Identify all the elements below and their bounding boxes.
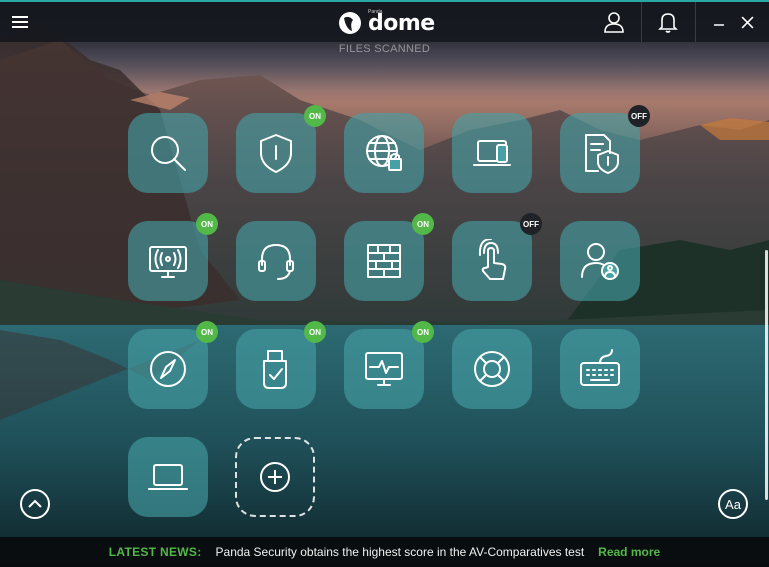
scroll-up-button[interactable] (20, 489, 50, 519)
tile-rescue-kit[interactable] (452, 329, 532, 409)
tile-virtual-keyboard[interactable] (560, 329, 640, 409)
plus-circle-icon (260, 462, 290, 492)
scrollbar[interactable] (765, 250, 768, 500)
close-icon[interactable] (738, 13, 756, 31)
status-badge: ON (196, 321, 218, 343)
monitor-pulse-icon (365, 352, 403, 386)
status-badge: ON (412, 321, 434, 343)
status-badge: ON (196, 213, 218, 235)
news-label: LATEST NEWS: (108, 545, 202, 559)
notifications-bell-icon[interactable] (641, 2, 695, 42)
usb-icon (263, 350, 287, 389)
status-badge: OFF (628, 105, 650, 127)
tile-firewall[interactable]: ON (344, 213, 434, 301)
dome-logo: Panda dome (338, 9, 435, 36)
tile-user-account[interactable] (560, 221, 640, 301)
title-bar: Panda dome (0, 0, 769, 42)
status-badge: ON (304, 321, 326, 343)
font-size-button[interactable]: Aa (718, 489, 748, 519)
globe-lock-icon (366, 135, 402, 171)
shield-icon (260, 134, 292, 173)
tile-device-protection[interactable] (452, 113, 532, 193)
hamburger-menu-icon[interactable] (12, 16, 28, 28)
headset-icon (258, 244, 294, 280)
document-shield-icon (585, 134, 619, 174)
user-account-icon[interactable] (587, 2, 641, 42)
status-badge: ON (304, 105, 326, 127)
user-icon (581, 243, 619, 280)
tile-support[interactable] (236, 221, 316, 301)
tile-antivirus-scan[interactable] (128, 113, 208, 193)
add-tile-button[interactable] (235, 437, 315, 517)
tile-my-products[interactable] (128, 437, 208, 517)
tile-parental-control[interactable]: OFF (452, 213, 542, 301)
tile-wifi-protection[interactable]: ON (128, 213, 218, 301)
read-more-link[interactable]: Read more (598, 545, 660, 559)
lifebuoy-icon (474, 351, 510, 387)
search-icon (151, 136, 186, 171)
devices-icon (473, 140, 511, 166)
laptop-icon (148, 464, 188, 490)
keyboard-icon (580, 349, 620, 386)
tile-real-time-protection[interactable]: ON (236, 105, 326, 193)
panda-logo-icon (338, 11, 362, 35)
tile-process-monitor[interactable]: ON (344, 321, 434, 409)
chevron-up-icon (28, 499, 42, 508)
wifi-monitor-icon (149, 246, 187, 278)
font-size-label: Aa (725, 496, 741, 512)
tile-vpn[interactable] (344, 113, 424, 193)
touch-icon (478, 239, 507, 280)
news-bar: LATEST NEWS: Panda Security obtains the … (0, 537, 769, 567)
compass-icon (150, 351, 186, 387)
firewall-icon (367, 244, 401, 278)
minimize-icon[interactable] (710, 13, 728, 31)
status-badge: ON (412, 213, 434, 235)
tile-identity-protection[interactable]: OFF (560, 105, 650, 193)
divider (695, 2, 696, 42)
tile-usb-protection[interactable]: ON (236, 321, 326, 409)
tile-safe-browsing[interactable]: ON (128, 321, 218, 409)
news-text: Panda Security obtains the highest score… (215, 545, 585, 559)
status-badge: OFF (520, 213, 542, 235)
logo-sub-label: Panda (368, 9, 383, 15)
scan-status-text: FILES SCANNED (338, 43, 431, 55)
